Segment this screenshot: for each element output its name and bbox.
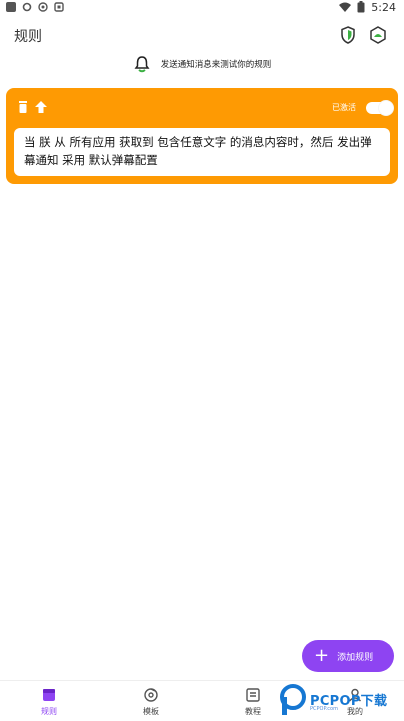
watermark-logo-icon [280,684,306,715]
settings-icon [22,2,32,12]
bell-icon [134,56,150,73]
battery-icon [357,1,365,13]
app-icon-2 [54,2,64,12]
tutorial-icon [246,688,260,702]
nav-label-tutorials: 教程 [245,707,261,716]
nav-item-tutorials[interactable]: 教程 [228,687,278,717]
shield-icon[interactable] [338,25,358,45]
toggle-knob [379,101,393,115]
status-time: 5:24 [371,0,396,14]
wifi-icon [339,2,352,12]
nav-item-templates[interactable]: 模板 [126,687,176,717]
plus-icon: + [314,645,330,666]
android-icon[interactable] [368,25,388,45]
rule-description[interactable]: 当 朕 从 所有应用 获取到 包含任意文字 的消息内容时，然后 发出弹幕通知 采… [14,128,390,176]
nav-item-rules[interactable]: 规则 [24,687,74,717]
delete-icon[interactable] [16,100,30,114]
test-notification-banner[interactable]: 发送通知消息来测试你的规则 [0,53,404,75]
page-title: 规则 [14,29,42,45]
nav-label-templates: 模板 [143,707,159,716]
add-rule-label: 添加规则 [337,652,374,663]
app-icon [6,2,16,12]
notice-text: 发送通知消息来测试你的规则 [160,60,272,70]
template-icon [144,688,158,702]
rule-enabled-toggle[interactable] [366,101,393,115]
app-bar: 规则 [0,20,404,50]
watermark-subtext: PCPOP.com [310,706,338,712]
add-rule-button[interactable]: + 添加规则 [302,640,394,672]
watermark: PCPOP下载 PCPOP.com [280,684,402,718]
move-up-icon[interactable] [34,100,48,114]
active-status-label: 已激活 [332,103,356,112]
circle-icon [38,2,48,12]
rules-icon [43,689,55,701]
nav-label-rules: 规则 [41,707,57,716]
rule-card[interactable]: 已激活 当 朕 从 所有应用 获取到 包含任意文字 的消息内容时，然后 发出弹幕… [6,88,398,184]
status-bar: 5:24 [0,0,404,16]
